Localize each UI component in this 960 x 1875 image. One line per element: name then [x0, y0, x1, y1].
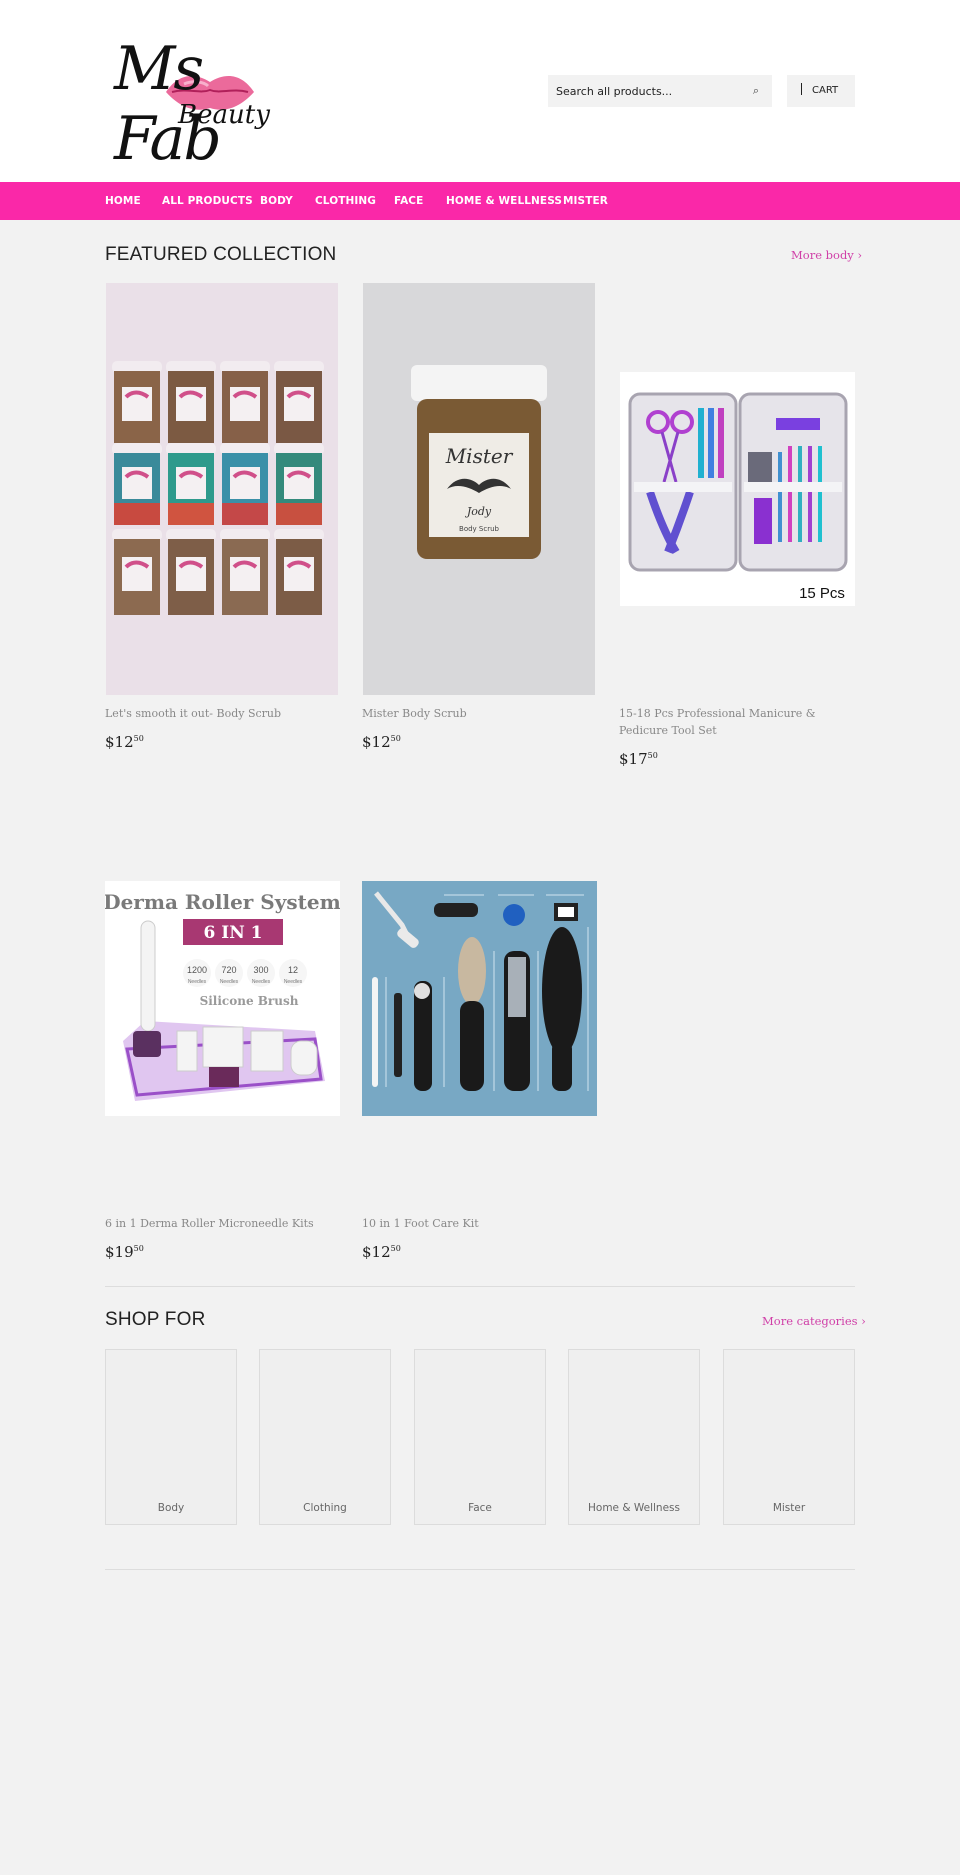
derma-unit-text: Needles — [220, 979, 239, 985]
price-main: $12 — [362, 733, 391, 751]
price-main: $19 — [105, 1243, 134, 1261]
search-bar: ⌕ — [548, 75, 772, 107]
site-logo[interactable]: Ms Fab Beauty — [108, 34, 310, 174]
nav-item-home-wellness[interactable]: HOME & WELLNESS — [446, 182, 562, 220]
derma-size-text: 1200 — [187, 965, 207, 975]
jar-brand-text: Mister — [445, 444, 514, 468]
site-header: Ms Fab Beauty ⌕ CART — [0, 0, 960, 182]
product-price: $1750 — [619, 750, 658, 768]
price-cents: 50 — [390, 1244, 401, 1253]
price-cents: 50 — [133, 1244, 144, 1253]
nav-item-all-products[interactable]: ALL PRODUCTS — [162, 182, 253, 220]
manicure-set-illustration: 15 Pcs — [620, 372, 855, 606]
search-icon[interactable]: ⌕ — [748, 83, 764, 99]
derma-banner-text: 6 IN 1 — [204, 923, 263, 943]
featured-collection-title: FEATURED COLLECTION — [105, 244, 337, 265]
foot-care-kit-illustration — [362, 881, 597, 1116]
derma-unit-text: Needles — [284, 979, 303, 985]
category-card-home-wellness[interactable]: Home & Wellness — [568, 1349, 700, 1525]
manicure-badge-text: 15 Pcs — [799, 585, 845, 602]
jar-type-text: Body Scrub — [459, 525, 500, 533]
price-cents: 50 — [390, 734, 401, 743]
product-price: $1250 — [362, 1243, 401, 1261]
shop-for-title: SHOP FOR — [105, 1309, 206, 1330]
price-main: $12 — [362, 1243, 391, 1261]
price-main: $17 — [619, 750, 648, 768]
product-image-manicure-set[interactable]: 15 Pcs — [620, 372, 855, 606]
footer-divider — [105, 1569, 855, 1570]
price-cents: 50 — [647, 751, 658, 760]
cart-button[interactable]: CART — [787, 75, 855, 107]
product-image-foot-care-kit[interactable] — [362, 881, 597, 1116]
search-input[interactable] — [548, 75, 738, 107]
product-title[interactable]: 6 in 1 Derma Roller Microneedle Kits — [105, 1215, 345, 1232]
product-title[interactable]: Let's smooth it out- Body Scrub — [105, 705, 337, 722]
category-card-face[interactable]: Face — [414, 1349, 546, 1525]
category-card-mister[interactable]: Mister — [723, 1349, 855, 1525]
nav-item-face[interactable]: FACE — [394, 182, 423, 220]
section-divider — [105, 1286, 855, 1287]
derma-size-text: 720 — [221, 965, 236, 975]
product-image-derma-roller[interactable]: Derma Roller System 6 IN 1 1200 720 300 … — [105, 881, 340, 1116]
cart-icon — [801, 82, 803, 95]
nav-item-mister[interactable]: MISTER — [563, 182, 608, 220]
category-label: Face — [468, 1502, 492, 1514]
scrub-jars-illustration — [106, 283, 338, 695]
product-image-mister-scrub[interactable]: Mister Jody Body Scrub — [363, 283, 595, 695]
main-nav: HOME ALL PRODUCTS BODY CLOTHING FACE HOM… — [0, 182, 960, 220]
product-image-body-scrub[interactable] — [106, 283, 338, 695]
price-cents: 50 — [133, 734, 144, 743]
derma-size-text: 300 — [253, 965, 268, 975]
derma-heading-text: Derma Roller System — [105, 890, 340, 914]
product-title[interactable]: 15-18 Pcs Professional Manicure & Pedicu… — [619, 705, 859, 739]
category-card-clothing[interactable]: Clothing — [259, 1349, 391, 1525]
derma-unit-text: Needles — [188, 979, 207, 985]
nav-item-clothing[interactable]: CLOTHING — [315, 182, 376, 220]
product-title[interactable]: Mister Body Scrub — [362, 705, 594, 722]
jar-name-text: Jody — [465, 505, 492, 518]
product-price: $1250 — [362, 733, 401, 751]
category-label: Home & Wellness — [588, 1502, 680, 1514]
product-title[interactable]: 10 in 1 Foot Care Kit — [362, 1215, 602, 1232]
cart-label: CART — [812, 85, 839, 96]
mister-jar-illustration: Mister Jody Body Scrub — [363, 283, 595, 695]
price-main: $12 — [105, 733, 134, 751]
category-label: Clothing — [303, 1502, 347, 1514]
more-body-link[interactable]: More body › — [791, 248, 862, 262]
product-price: $1250 — [105, 733, 144, 751]
derma-sub-text: Silicone Brush — [200, 994, 299, 1008]
more-categories-link[interactable]: More categories › — [762, 1314, 866, 1328]
nav-item-home[interactable]: HOME — [105, 182, 141, 220]
derma-roller-illustration: Derma Roller System 6 IN 1 1200 720 300 … — [105, 881, 340, 1116]
category-label: Body — [157, 1502, 185, 1514]
product-price: $1950 — [105, 1243, 144, 1261]
nav-item-body[interactable]: BODY — [260, 182, 293, 220]
derma-unit-text: Needles — [252, 979, 271, 985]
logo-line-2: Beauty — [178, 100, 270, 130]
category-card-body[interactable]: Body — [105, 1349, 237, 1525]
derma-size-text: 12 — [288, 965, 298, 975]
category-label: Mister — [772, 1502, 806, 1514]
